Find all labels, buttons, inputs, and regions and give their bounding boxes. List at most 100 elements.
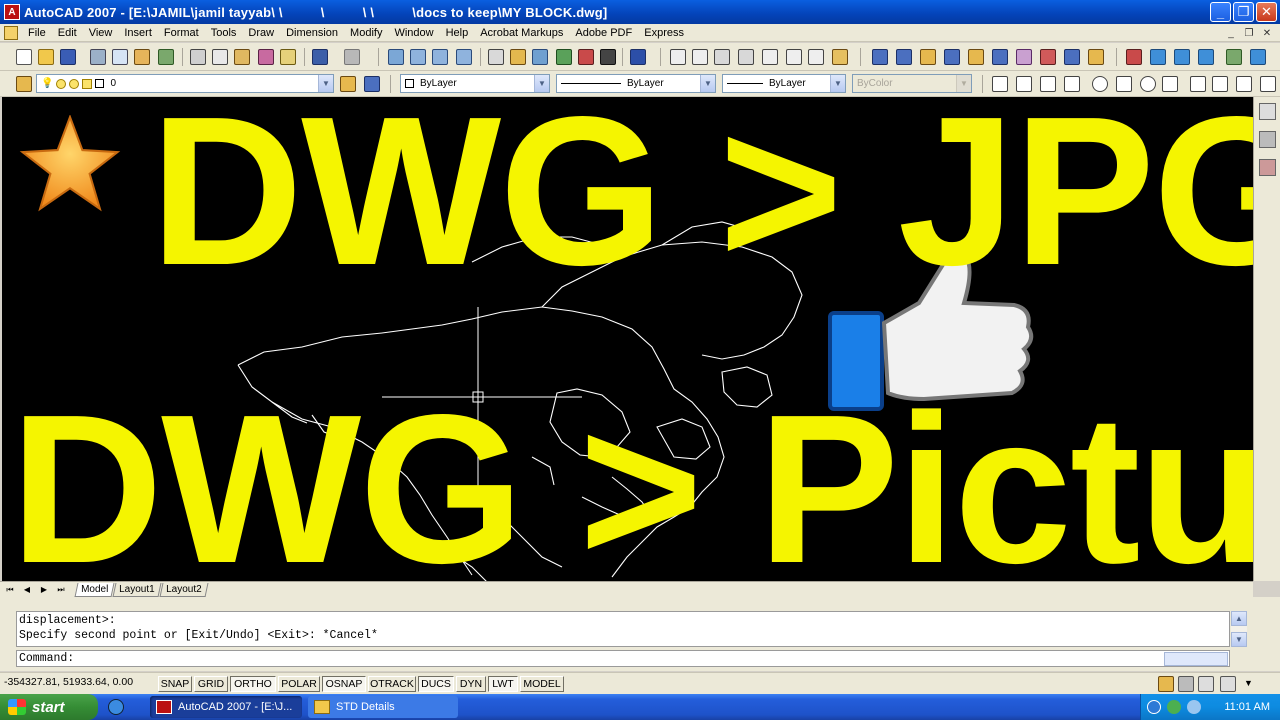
communication-center-icon[interactable] bbox=[1158, 676, 1174, 692]
dwf-icon[interactable] bbox=[158, 49, 174, 65]
command-hscrollbar[interactable] bbox=[1164, 652, 1228, 666]
ordinate-dimension-icon[interactable] bbox=[1064, 76, 1080, 92]
layer-lock-icon[interactable] bbox=[992, 49, 1008, 65]
prev-tab-button[interactable]: ◀ bbox=[20, 583, 34, 596]
cut-icon[interactable] bbox=[190, 49, 206, 65]
osnap-toggle[interactable]: OSNAP bbox=[322, 676, 366, 692]
layer-off-icon[interactable] bbox=[968, 49, 984, 65]
jogged-dimension-icon[interactable] bbox=[1116, 76, 1132, 92]
diameter-dimension-icon[interactable] bbox=[1140, 76, 1156, 92]
find-text-icon[interactable] bbox=[714, 49, 730, 65]
lock-icon[interactable] bbox=[1178, 676, 1194, 692]
redo-icon[interactable] bbox=[344, 49, 360, 65]
tab-layout2[interactable]: Layout2 bbox=[159, 582, 208, 597]
scale-text-icon[interactable] bbox=[786, 49, 802, 65]
convert-space-icon[interactable] bbox=[832, 49, 848, 65]
lineweight-dropdown[interactable]: ByLayer ▼ bbox=[722, 74, 846, 93]
layer-states-icon[interactable] bbox=[872, 49, 888, 65]
document-icon[interactable] bbox=[4, 25, 18, 40]
volume-icon[interactable] bbox=[1187, 700, 1201, 714]
menu-edit[interactable]: Edit bbox=[52, 27, 83, 39]
express-tool-icon-4[interactable] bbox=[1198, 49, 1214, 65]
layer-previous-icon[interactable] bbox=[896, 49, 912, 65]
quick-dimension-icon[interactable] bbox=[1190, 76, 1206, 92]
internet-explorer-icon[interactable] bbox=[108, 699, 124, 715]
open-folder-icon[interactable] bbox=[38, 49, 54, 65]
baseline-dimension-icon[interactable] bbox=[1212, 76, 1228, 92]
tool-palettes-icon[interactable] bbox=[532, 49, 548, 65]
first-tab-button[interactable]: ⏮ bbox=[3, 583, 17, 596]
block-editor-icon[interactable] bbox=[280, 49, 296, 65]
ducs-toggle[interactable]: DUCS bbox=[418, 676, 454, 692]
dyn-toggle[interactable]: DYN bbox=[456, 676, 486, 692]
layer-previous-2-icon[interactable] bbox=[364, 76, 380, 92]
save-icon[interactable] bbox=[60, 49, 76, 65]
next-tab-button[interactable]: ▶ bbox=[37, 583, 51, 596]
sheet-set-icon[interactable] bbox=[556, 49, 572, 65]
maximize-button[interactable]: ❐ bbox=[1233, 2, 1254, 22]
menu-adobe-pdf[interactable]: Adobe PDF bbox=[569, 27, 638, 39]
menu-format[interactable]: Format bbox=[158, 27, 205, 39]
new-file-icon[interactable] bbox=[16, 49, 32, 65]
mdi-close-button[interactable]: ✕ bbox=[1260, 27, 1274, 39]
linear-dimension-icon[interactable] bbox=[992, 76, 1008, 92]
polar-toggle[interactable]: POLAR bbox=[278, 676, 320, 692]
menu-insert[interactable]: Insert bbox=[118, 27, 158, 39]
express-tool-icon-6[interactable] bbox=[1250, 49, 1266, 65]
paste-icon[interactable] bbox=[234, 49, 250, 65]
scroll-up-button[interactable]: ▲ bbox=[1231, 611, 1247, 626]
command-scrollbar[interactable]: ▲ ▼ bbox=[1231, 611, 1247, 647]
chevron-down-icon[interactable]: ▼ bbox=[318, 75, 333, 92]
layer-merge-icon[interactable] bbox=[1064, 49, 1080, 65]
menu-acrobat-markups[interactable]: Acrobat Markups bbox=[474, 27, 569, 39]
network-icon[interactable] bbox=[1147, 700, 1161, 714]
chevron-down-icon[interactable]: ▼ bbox=[534, 75, 549, 92]
linetype-dropdown[interactable]: ByLayer ▼ bbox=[556, 74, 716, 93]
layer-match-icon[interactable] bbox=[1016, 49, 1032, 65]
mdi-restore-button[interactable]: ❐ bbox=[1242, 27, 1256, 39]
tray-settings-icon[interactable] bbox=[1220, 676, 1236, 692]
express-tool-icon-3[interactable] bbox=[1174, 49, 1190, 65]
menu-help[interactable]: Help bbox=[440, 27, 475, 39]
chevron-down-icon[interactable]: ▼ bbox=[1244, 678, 1253, 688]
color-dropdown[interactable]: ByLayer ▼ bbox=[400, 74, 550, 93]
palette-panel-icon[interactable] bbox=[1259, 159, 1276, 176]
express-tool-icon-2[interactable] bbox=[1150, 49, 1166, 65]
zoom-previous-icon[interactable] bbox=[456, 49, 472, 65]
clean-screen-icon[interactable] bbox=[1198, 676, 1214, 692]
zoom-window-icon[interactable] bbox=[432, 49, 448, 65]
start-button[interactable]: start bbox=[0, 694, 98, 720]
match-properties-icon[interactable] bbox=[258, 49, 274, 65]
snap-toggle[interactable]: SNAP bbox=[158, 676, 192, 692]
continue-dimension-icon[interactable] bbox=[1236, 76, 1252, 92]
taskbar-item-std-details[interactable]: STD Details bbox=[308, 696, 458, 718]
layer-walk-icon[interactable] bbox=[1088, 49, 1104, 65]
calculator-icon[interactable] bbox=[600, 49, 616, 65]
text-style-icon[interactable] bbox=[762, 49, 778, 65]
justify-text-icon[interactable] bbox=[808, 49, 824, 65]
text-icon[interactable] bbox=[670, 49, 686, 65]
print-icon[interactable] bbox=[90, 49, 106, 65]
properties-icon[interactable] bbox=[488, 49, 504, 65]
mdi-minimize-button[interactable]: _ bbox=[1224, 27, 1238, 39]
menu-express[interactable]: Express bbox=[638, 27, 690, 39]
drawing-canvas[interactable]: DWG > JPG DWG > Picture bbox=[2, 97, 1253, 581]
spell-check-icon[interactable] bbox=[738, 49, 754, 65]
last-tab-button[interactable]: ⏭ bbox=[54, 583, 68, 596]
plot-preview-icon[interactable] bbox=[112, 49, 128, 65]
publish-icon[interactable] bbox=[134, 49, 150, 65]
help-icon[interactable] bbox=[630, 49, 646, 65]
layer-manager-icon[interactable] bbox=[16, 76, 32, 92]
zoom-realtime-icon[interactable] bbox=[410, 49, 426, 65]
menu-window[interactable]: Window bbox=[388, 27, 439, 39]
taskbar-item-autocad[interactable]: AutoCAD 2007 - [E:\J... bbox=[150, 696, 302, 718]
tab-layout1[interactable]: Layout1 bbox=[112, 582, 162, 597]
menu-dimension[interactable]: Dimension bbox=[280, 27, 344, 39]
properties-panel-icon[interactable] bbox=[1259, 103, 1276, 120]
antivirus-icon[interactable] bbox=[1167, 700, 1181, 714]
scroll-down-button[interactable]: ▼ bbox=[1231, 632, 1247, 647]
layer-isolate-icon[interactable] bbox=[920, 49, 936, 65]
menu-view[interactable]: View bbox=[83, 27, 119, 39]
text-edit-icon[interactable] bbox=[692, 49, 708, 65]
menu-draw[interactable]: Draw bbox=[242, 27, 280, 39]
